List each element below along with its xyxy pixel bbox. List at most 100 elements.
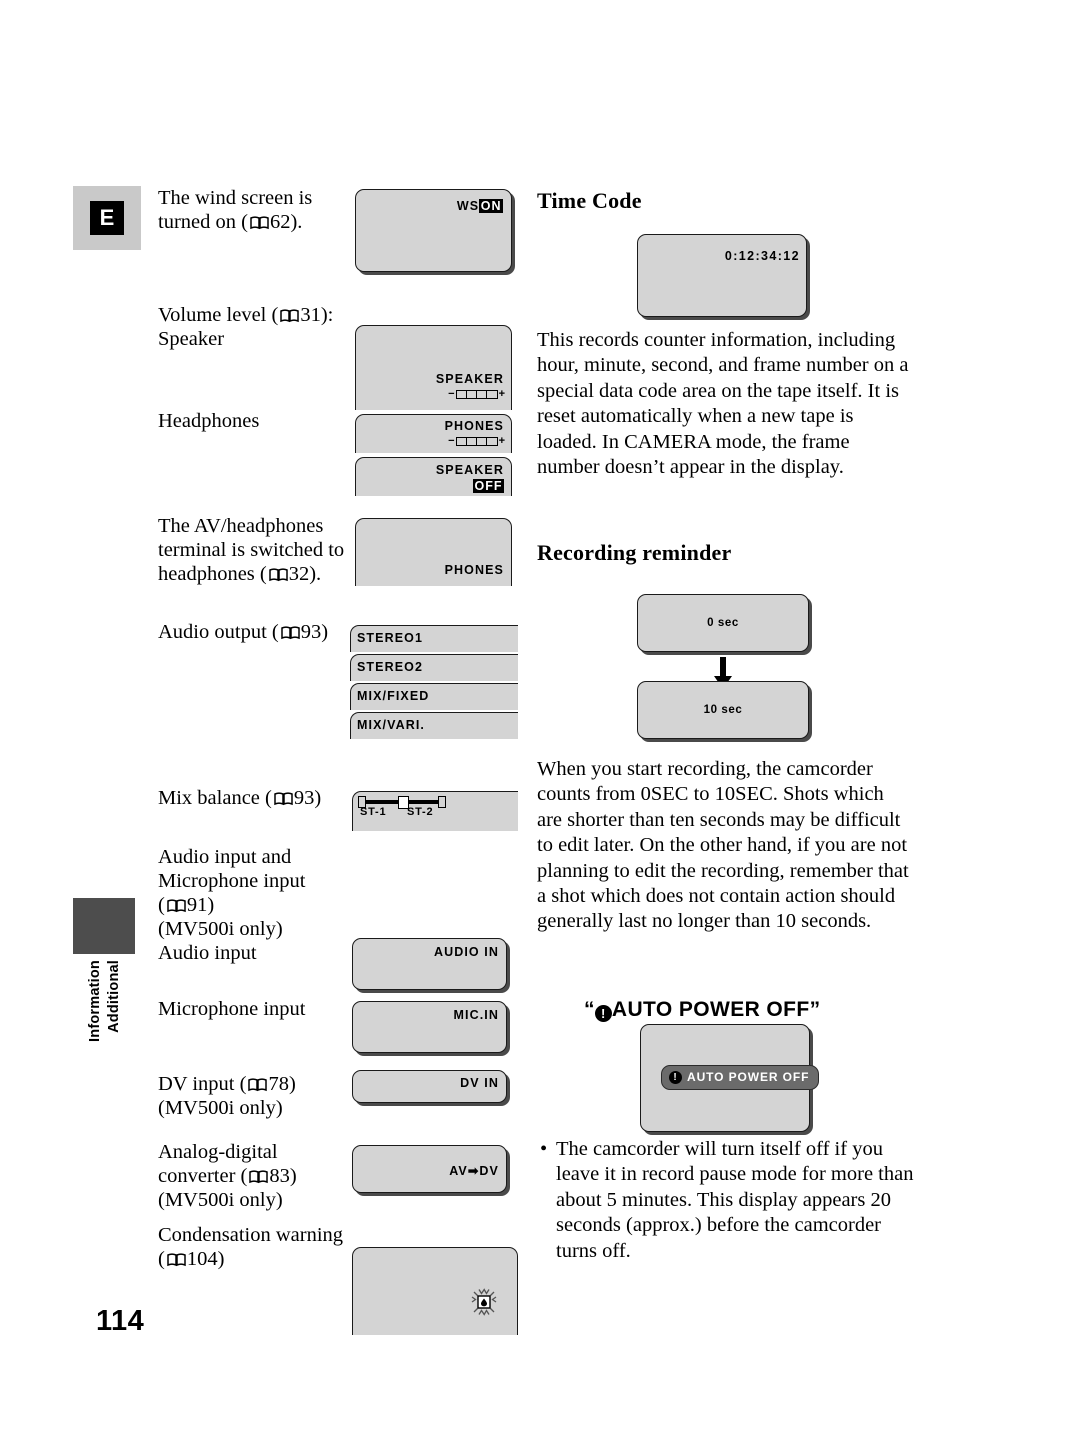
label-analog-digital-converter: Analog-digital converter (83) (MV500i on… (158, 1140, 358, 1212)
heading-recording-reminder: Recording reminder (537, 540, 732, 565)
osd-ws-on: WS ON (457, 199, 503, 213)
language-badge: E (73, 186, 141, 250)
heading-apo-text: AUTO POWER OFF (611, 998, 810, 1021)
screen-reminder-10sec: 10 sec (637, 681, 809, 739)
screen-audio-output-stereo1: STEREO1 (350, 625, 518, 652)
screen-av-headphones: PHONES (355, 518, 512, 586)
label-audio-mic-input: Audio input and Microphone input (91) (M… (158, 845, 358, 965)
label-dv-input-line1: DV input (78) (158, 1072, 358, 1096)
paragraph-auto-power-off: • The camcorder will turn itself off if y… (540, 1137, 924, 1264)
book-icon (250, 216, 269, 230)
book-icon (274, 792, 293, 806)
book-icon (248, 1078, 268, 1092)
volume-bar (455, 389, 498, 399)
label-condensation-warning: Condensation warning (104) (158, 1223, 363, 1271)
osd-reminder-10sec: 10 sec (703, 704, 743, 716)
label-wind-screen: The wind screen is turned on (62). (158, 186, 368, 234)
section-tab-label-line2: Information (87, 960, 103, 1042)
label-wind-screen-pageref: 62 (269, 211, 291, 233)
book-icon (280, 626, 300, 640)
label-adc-tail: ) (289, 1165, 297, 1187)
label-audio-output: Audio output (93) (158, 620, 348, 644)
book-icon (280, 309, 300, 323)
label-mix-balance: Mix balance (93) (158, 786, 358, 810)
screen-wind-screen: WS ON (355, 189, 512, 272)
osd-ws-chip: ON (479, 199, 503, 213)
label-adc-text: converter ( (158, 1165, 248, 1187)
section-tab-label-line1: Additional (106, 960, 122, 1033)
label-dv-input-pageref: 78 (268, 1073, 289, 1095)
osd-mix-vari: MIX/VARI. (357, 718, 426, 732)
label-microphone-input: Microphone input (158, 998, 306, 1020)
volume-bar (455, 436, 498, 446)
label-headphones: Headphones (158, 410, 260, 432)
osd-phones-terminal-label: PHONES (444, 563, 504, 577)
screen-audio-output-mix-vari: MIX/VARI. (350, 712, 518, 739)
label-volume-text: Volume level ( (158, 304, 279, 326)
label-audio-mic-line2: Microphone input (158, 870, 306, 892)
volume-minus-icon: − (448, 435, 455, 447)
section-tab-marker (73, 898, 135, 954)
exclamation-circle-icon: ! (594, 1005, 612, 1022)
label-dv-input-line2: (MV500i only) (158, 1097, 283, 1119)
condensation-blink-icon (469, 1287, 499, 1317)
label-condensation-pageref: 104 (186, 1248, 218, 1270)
osd-mic-in: MIC.IN (453, 1008, 499, 1022)
label-av-headphones-pageref: 32 (288, 563, 310, 585)
label-audio-mic-line4: Audio input (158, 942, 257, 964)
manual-page: E Additional Information 114 The wind sc… (0, 0, 1080, 1443)
osd-mix-fixed: MIX/FIXED (357, 689, 430, 703)
page-number: 114 (96, 1305, 145, 1337)
heading-auto-power-off: “! AUTO POWER OFF” (584, 998, 821, 1022)
mix-balance-track (358, 795, 446, 809)
volume-minus-icon: − (448, 388, 455, 400)
screen-mix-balance: ST-1 ST-2 (352, 791, 518, 831)
osd-stereo2: STEREO2 (357, 660, 424, 674)
osd-time-code-value: 0:12:34:12 (724, 249, 800, 263)
screen-condensation-warning (352, 1247, 518, 1335)
osd-off-chip: OFF (473, 479, 504, 493)
label-dv-input: DV input (78) (MV500i only) (158, 1072, 358, 1120)
osd-stereo1: STEREO1 (357, 631, 424, 645)
mix-balance-handle-right (438, 796, 446, 808)
label-adc-line1: Analog-digital (158, 1141, 278, 1163)
section-tab-label: Additional Information (62, 960, 152, 1100)
label-audio-mic-pageref-line: (91) (158, 894, 215, 916)
screen-reminder-0sec: 0 sec (637, 594, 809, 652)
book-icon (167, 899, 186, 913)
volume-plus-icon: + (498, 388, 505, 400)
headphones-volume-slider: − + (448, 435, 505, 447)
screen-mic-in: MIC.IN (352, 1001, 507, 1053)
auto-power-off-badge: ! AUTO POWER OFF (661, 1065, 820, 1090)
label-adc-line2: converter (83) (158, 1164, 358, 1188)
heading-time-code: Time Code (537, 188, 642, 213)
label-adc-line3: (MV500i only) (158, 1189, 283, 1211)
screen-audio-output-mix-fixed: MIX/FIXED (350, 683, 518, 710)
screen-speaker-off: SPEAKER OFF (355, 457, 512, 496)
screen-dv-in: DV IN (352, 1070, 507, 1103)
osd-ws-text: WS (456, 199, 480, 213)
screen-headphones-volume: PHONES − + (355, 414, 512, 453)
osd-dv-in: DV IN (460, 1076, 499, 1090)
label-wind-screen-tail: ). (290, 211, 303, 233)
osd-audio-in: AUDIO IN (433, 945, 499, 959)
auto-power-off-badge-text: AUTO POWER OFF (687, 1070, 810, 1084)
book-icon (167, 1253, 186, 1267)
label-audio-output-tail: ) (321, 621, 329, 643)
label-condensation-open: ( (158, 1248, 165, 1270)
label-condensation-line1: Condensation warning (158, 1224, 344, 1246)
label-audio-mic-line3: (MV500i only) (158, 918, 283, 940)
screen-audio-in: AUDIO IN (352, 938, 507, 990)
screen-auto-power-off: ! AUTO POWER OFF (640, 1024, 820, 1132)
osd-speaker-label: SPEAKER (435, 372, 504, 386)
volume-plus-icon: + (498, 435, 505, 447)
heading-apo-openquote: “ (584, 998, 595, 1021)
label-av-headphones: The AV/headphones terminal is switched t… (158, 514, 348, 586)
osd-speaker-off-chip-wrap: OFF (473, 479, 504, 493)
label-audio-output-text: Audio output ( (158, 621, 279, 643)
label-mix-balance-tail: ) (314, 787, 322, 809)
mix-balance-label-st1: ST-1 (360, 806, 387, 818)
osd-phones-label: PHONES (444, 419, 504, 433)
paragraph-auto-power-off-text: The camcorder will turn itself off if yo… (556, 1138, 914, 1262)
label-mix-balance-pageref: 93 (293, 787, 315, 809)
